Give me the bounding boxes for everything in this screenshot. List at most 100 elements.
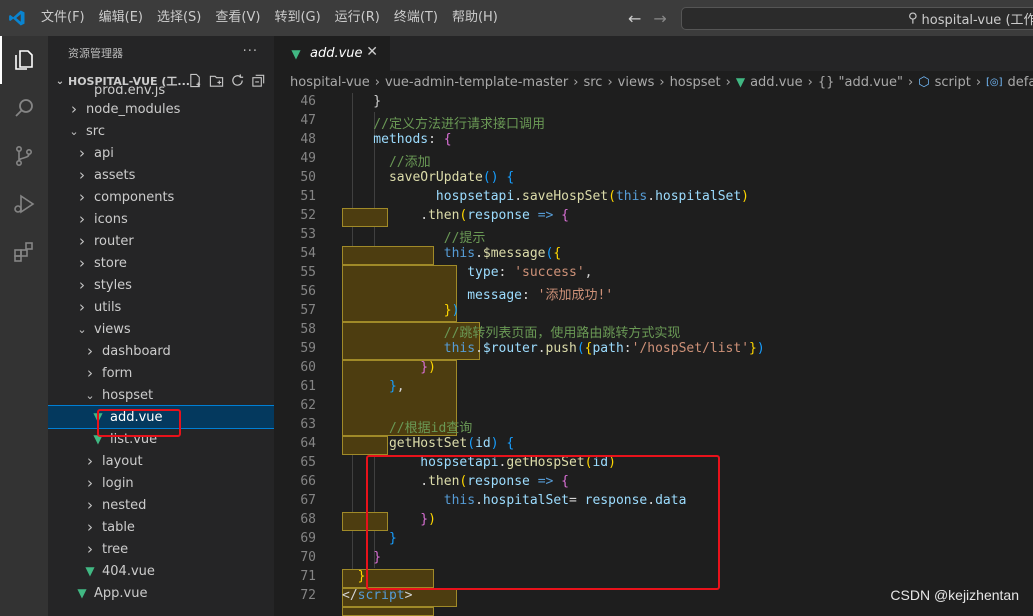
breadcrumb-item[interactable]: {} "add.vue": [818, 75, 903, 90]
code-line: message: '添加成功!': [342, 284, 613, 303]
tree-item-label: App.vue: [94, 585, 148, 601]
code-token: message: [342, 288, 523, 303]
code-token: saveOrUpdate: [342, 170, 483, 185]
breadcrumb-item[interactable]: default: [1008, 75, 1033, 90]
breadcrumb-item[interactable]: add.vue: [750, 75, 803, 90]
tree-folder[interactable]: › store: [48, 252, 274, 274]
code-token: getHostSet: [342, 436, 468, 451]
code-editor[interactable]: 46 } 47 //定义方法进行请求接口调用 48 methods: {49 //添…: [274, 93, 1033, 616]
code-token: response: [467, 208, 530, 223]
chevron-right-icon: ›: [79, 298, 85, 316]
chevron-down-icon: ⌄: [55, 75, 65, 87]
code-line: this.$message({: [342, 246, 561, 261]
editor-area: ▼ add.vue ✕ hospital-vue › vue-admin-templ…: [274, 36, 1033, 616]
tree-item-label: hospset: [102, 387, 154, 403]
code-line: },: [342, 379, 405, 394]
line-number: 69: [300, 531, 316, 546]
code-line: </script>: [342, 588, 412, 603]
tree-folder[interactable]: › dashboard: [48, 340, 274, 362]
menu-item[interactable]: 转到(G): [267, 0, 327, 36]
tree-item-label: form: [102, 365, 133, 381]
tree-folder[interactable]: › styles: [48, 274, 274, 296]
tree-folder[interactable]: › tree: [48, 538, 274, 560]
code-token: .: [475, 246, 483, 261]
tree-folder[interactable]: › table: [48, 516, 274, 538]
chevron-right-icon: ›: [79, 188, 85, 206]
code-token: //根据id查询: [342, 421, 473, 436]
tree-item-label: api: [94, 145, 114, 161]
tree-folder[interactable]: › nested: [48, 494, 274, 516]
code-token: {: [561, 208, 569, 223]
code-token: id: [475, 436, 491, 451]
code-token: }: [342, 303, 452, 318]
code-token: //添加: [342, 155, 431, 170]
close-icon[interactable]: ✕: [366, 44, 378, 60]
tree-item-label: src: [86, 123, 105, 139]
vscode-logo-icon: [0, 0, 34, 36]
menu-item[interactable]: 查看(V): [208, 0, 267, 36]
tree-folder[interactable]: › form: [48, 362, 274, 384]
back-arrow-icon[interactable]: ←: [628, 9, 641, 28]
chevron-right-icon: ›: [79, 210, 85, 228]
tree-item-label: views: [94, 321, 131, 337]
source-control-icon[interactable]: [0, 132, 48, 180]
forward-arrow-icon[interactable]: →: [653, 9, 666, 28]
tree-folder[interactable]: ⌄ views: [48, 318, 274, 340]
tree-folder[interactable]: ⌄ hospset: [48, 384, 274, 406]
explorer-icon[interactable]: [0, 36, 48, 84]
run-debug-icon[interactable]: [0, 180, 48, 228]
code-token: $message: [482, 246, 546, 261]
line-number: 47: [300, 113, 316, 128]
menu-item[interactable]: 编辑(E): [92, 0, 150, 36]
search-icon[interactable]: [0, 84, 48, 132]
code-token: :: [428, 132, 444, 147]
vue-file-icon: ▼: [735, 75, 746, 89]
code-token: //跳转列表页面，使用路由跳转方式实现: [342, 326, 681, 341]
tree-folder[interactable]: › router: [48, 230, 274, 252]
tree-folder[interactable]: › api: [48, 142, 274, 164]
tree-folder[interactable]: › icons: [48, 208, 274, 230]
code-token: this: [342, 246, 476, 261]
tree-file[interactable]: ▼ 404.vue: [48, 560, 274, 582]
breadcrumb-item[interactable]: script: [935, 75, 971, 90]
more-actions-icon[interactable]: ···: [243, 44, 258, 59]
tree-item-label: 404.vue: [102, 563, 155, 579]
line-number: 64: [300, 436, 316, 451]
code-line: type: 'success',: [342, 265, 592, 280]
line-number: 62: [300, 398, 316, 413]
tree-folder[interactable]: ⌄ src: [48, 120, 274, 142]
menu-item[interactable]: 终端(T): [387, 0, 445, 36]
code-line: }: [342, 569, 366, 584]
vue-file-icon: ▼: [85, 564, 95, 578]
tree-folder[interactable]: › layout: [48, 450, 274, 472]
menu-item[interactable]: 选择(S): [150, 0, 208, 36]
tree-folder[interactable]: › login: [48, 472, 274, 494]
breadcrumb-item[interactable]: src: [583, 75, 602, 90]
symbol-icon: ⬡: [918, 74, 930, 90]
line-number: 54: [300, 246, 316, 261]
tree-folder[interactable]: › utils: [48, 296, 274, 318]
tab-add-vue[interactable]: ▼ add.vue ✕: [274, 36, 390, 71]
command-center-search[interactable]: ⚲ hospital-vue (工作区: [681, 7, 1033, 30]
breadcrumb-item[interactable]: hospital-vue: [290, 75, 370, 90]
breadcrumb-item[interactable]: hospset: [670, 75, 721, 90]
chevron-right-icon: ›: [79, 232, 85, 250]
breadcrumb-item[interactable]: vue-admin-template-master: [385, 75, 568, 90]
variable-icon: [◎]: [986, 76, 1003, 88]
tree-file[interactable]: prod.env.js: [48, 86, 274, 98]
tree-folder[interactable]: › components: [48, 186, 274, 208]
code-token: .: [537, 341, 546, 356]
tree-folder[interactable]: › assets: [48, 164, 274, 186]
tree-folder[interactable]: › node_modules: [48, 98, 274, 120]
breadcrumb-item[interactable]: views: [618, 75, 655, 90]
menu-item[interactable]: 运行(R): [328, 0, 387, 36]
highlight-block: [342, 607, 434, 616]
code-token: hospsetapi: [342, 189, 515, 204]
menu-item[interactable]: 文件(F): [34, 0, 92, 36]
tree-item-label: utils: [94, 299, 122, 315]
code-token: }: [342, 94, 382, 109]
tree-file[interactable]: ▼ App.vue: [48, 582, 274, 604]
menu-item[interactable]: 帮助(H): [445, 0, 505, 36]
extensions-icon[interactable]: [0, 228, 48, 276]
